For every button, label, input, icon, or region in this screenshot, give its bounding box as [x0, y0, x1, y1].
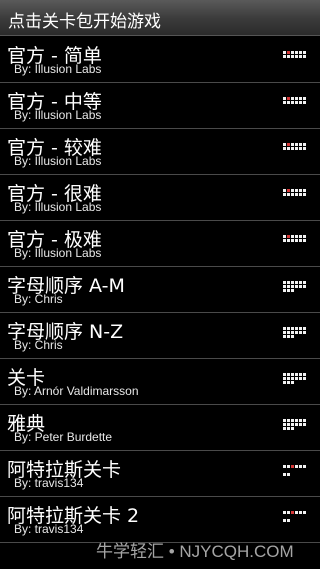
level-grid-icon	[283, 419, 306, 430]
level-grid-icon	[283, 327, 306, 338]
pack-author: By: Illusion Labs	[14, 108, 102, 122]
list-item[interactable]: 官方 - 极难 By: Illusion Labs	[0, 221, 320, 267]
title-bar: 点击关卡包开始游戏	[0, 0, 320, 36]
pack-author: By: Peter Burdette	[14, 430, 113, 444]
list-item[interactable]: 关卡 By: Arnór Valdimarsson	[0, 359, 320, 405]
level-pack-list[interactable]: 官方 - 简单 By: Illusion Labs 官方 - 中等 By: Illus…	[0, 37, 320, 543]
list-item[interactable]: 阿特拉斯关卡 By: travis134	[0, 451, 320, 497]
watermark: 牛学轻汇 • NJYCQH.COM	[96, 542, 294, 561]
list-item[interactable]: 雅典 By: Peter Burdette	[0, 405, 320, 451]
pack-author: By: travis134	[14, 476, 84, 490]
level-grid-icon	[283, 189, 306, 196]
level-grid-icon	[283, 281, 306, 292]
list-item[interactable]: 官方 - 中等 By: Illusion Labs	[0, 83, 320, 129]
level-grid-icon	[283, 465, 306, 476]
pack-author: By: Arnór Valdimarsson	[14, 384, 139, 398]
level-grid-icon	[283, 511, 306, 522]
level-grid-icon	[283, 235, 306, 242]
pack-author: By: Illusion Labs	[14, 200, 102, 214]
level-grid-icon	[283, 143, 306, 150]
pack-author: By: Illusion Labs	[14, 62, 102, 76]
pack-author: By: travis134	[14, 522, 84, 536]
list-item[interactable]: 字母顺序 A-M By: Chris	[0, 267, 320, 313]
list-item[interactable]: 官方 - 简单 By: Illusion Labs	[0, 37, 320, 83]
pack-author: By: Chris	[14, 292, 63, 306]
level-grid-icon	[283, 97, 306, 104]
level-grid-icon	[283, 51, 306, 58]
pack-author: By: Illusion Labs	[14, 154, 102, 168]
list-item[interactable]: 官方 - 较难 By: Illusion Labs	[0, 129, 320, 175]
page-title: 点击关卡包开始游戏	[8, 12, 161, 32]
list-item[interactable]: 官方 - 很难 By: Illusion Labs	[0, 175, 320, 221]
pack-author: By: Illusion Labs	[14, 246, 102, 260]
level-grid-icon	[283, 373, 306, 384]
pack-author: By: Chris	[14, 338, 63, 352]
list-item[interactable]: 字母顺序 N-Z By: Chris	[0, 313, 320, 359]
